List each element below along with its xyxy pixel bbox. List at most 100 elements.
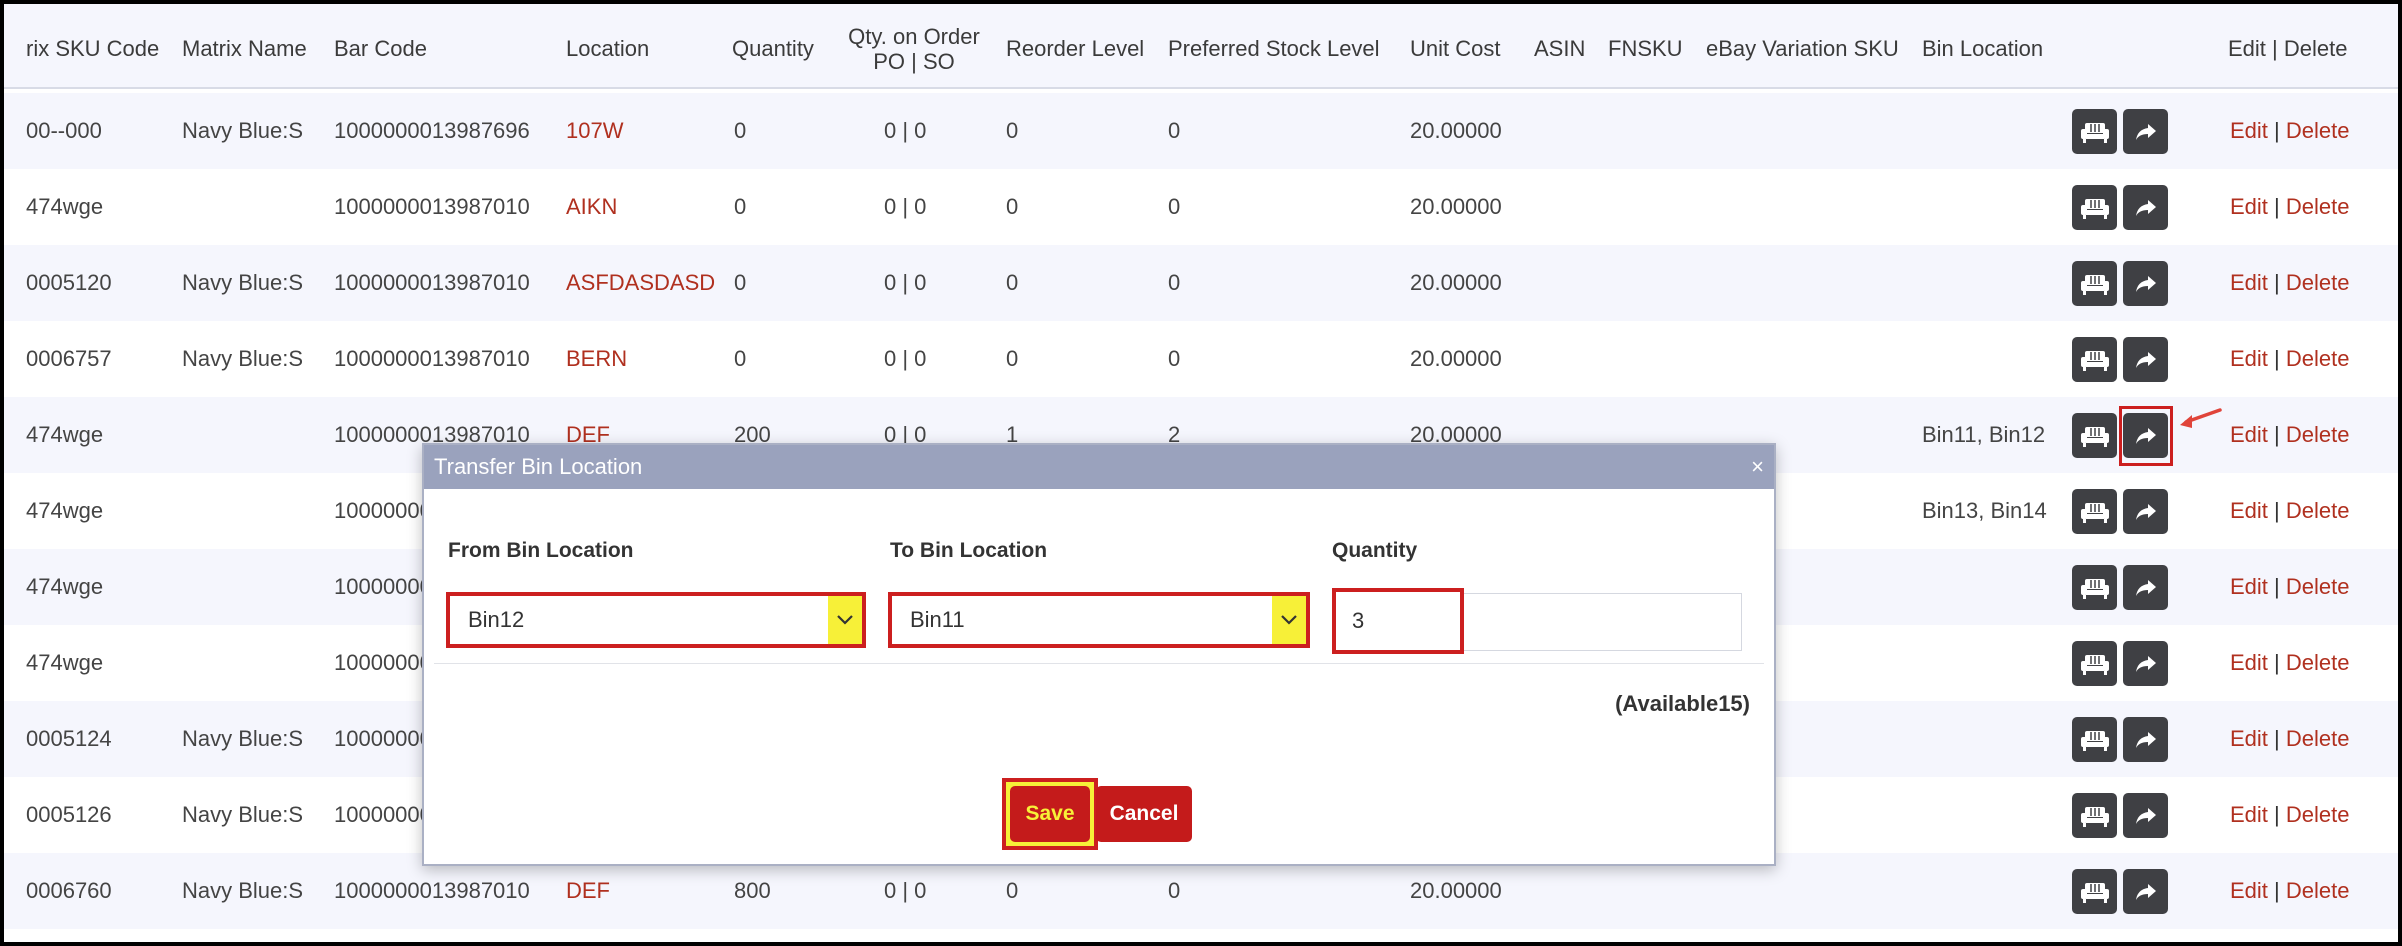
bin-location-button[interactable] — [2072, 185, 2117, 230]
cell-sku: 0006757 — [26, 346, 112, 371]
header-matrix-sku[interactable]: rix SKU Code — [26, 36, 159, 62]
header-preferred-stock[interactable]: Preferred Stock Level — [1168, 36, 1380, 62]
transfer-bin-button[interactable] — [2123, 717, 2168, 762]
edit-link[interactable]: Edit — [2230, 270, 2268, 295]
cell-location-link[interactable]: 107W — [566, 93, 623, 169]
edit-link[interactable]: Edit — [2230, 650, 2268, 675]
header-reorder-level[interactable]: Reorder Level — [1006, 36, 1144, 62]
header-qty-on-order[interactable]: Qty. on Order PO | SO — [839, 24, 989, 74]
bin-location-button[interactable] — [2072, 413, 2117, 458]
edit-delete-links: Edit | Delete — [2230, 777, 2349, 853]
close-icon[interactable]: × — [1751, 445, 1764, 489]
delete-link[interactable]: Delete — [2286, 422, 2350, 447]
chevron-down-icon[interactable] — [828, 596, 862, 644]
delete-link[interactable]: Delete — [2286, 118, 2350, 143]
bin-location-button[interactable] — [2072, 717, 2117, 762]
delete-link[interactable]: Delete — [2286, 574, 2350, 599]
bin-location-button[interactable] — [2072, 261, 2117, 306]
header-location[interactable]: Location — [566, 36, 649, 62]
header-fnsku[interactable]: FNSKU — [1608, 36, 1683, 62]
transfer-bin-button[interactable] — [2123, 337, 2168, 382]
cell-reorder-level: 0 — [1006, 346, 1019, 371]
edit-link[interactable]: Edit — [2230, 422, 2268, 447]
edit-link[interactable]: Edit — [2230, 726, 2268, 751]
edit-delete-links: Edit | Delete — [2230, 93, 2349, 169]
header-bar-code[interactable]: Bar Code — [334, 36, 427, 62]
header-quantity[interactable]: Quantity — [732, 36, 814, 62]
delete-link[interactable]: Delete — [2286, 878, 2350, 903]
transfer-bin-button[interactable] — [2123, 793, 2168, 838]
bin-location-button[interactable] — [2072, 565, 2117, 610]
cell-matrix-name: Navy Blue:S — [182, 726, 304, 751]
link-separator: | — [2274, 118, 2280, 143]
save-button[interactable]: Save — [1010, 786, 1090, 842]
transfer-bin-button[interactable] — [2123, 109, 2168, 154]
bin-location-button[interactable] — [2072, 337, 2117, 382]
link-separator: | — [2274, 346, 2280, 371]
cell-sku: 474wge — [26, 498, 104, 523]
delete-link[interactable]: Delete — [2286, 498, 2350, 523]
header-asin[interactable]: ASIN — [1534, 36, 1585, 62]
header-edit-delete: Edit | Delete — [2228, 36, 2348, 61]
cell-sku: 0005120 — [26, 270, 112, 295]
delete-link[interactable]: Delete — [2286, 194, 2350, 219]
edit-link[interactable]: Edit — [2230, 802, 2268, 827]
edit-link[interactable]: Edit — [2230, 574, 2268, 599]
transfer-bin-button[interactable] — [2123, 185, 2168, 230]
cancel-button[interactable]: Cancel — [1096, 786, 1192, 842]
delete-link[interactable]: Delete — [2286, 802, 2350, 827]
cell-matrix-name: Navy Blue:S — [182, 270, 304, 295]
share-arrow-icon — [2135, 123, 2156, 140]
edit-delete-links: Edit | Delete — [2230, 169, 2349, 245]
transfer-bin-location-dialog: Transfer Bin Location × From Bin Locatio… — [422, 443, 1776, 866]
transfer-bin-button[interactable] — [2123, 565, 2168, 610]
edit-delete-links: Edit | Delete — [2230, 473, 2349, 549]
link-separator: | — [2274, 422, 2280, 447]
cell-location-link[interactable]: BERN — [566, 321, 627, 397]
edit-link[interactable]: Edit — [2230, 878, 2268, 903]
cell-preferred-stock: 0 — [1168, 270, 1181, 295]
delete-link[interactable]: Delete — [2286, 270, 2350, 295]
header-unit-cost[interactable]: Unit Cost — [1410, 36, 1500, 62]
transfer-bin-button[interactable] — [2123, 413, 2168, 458]
cell-unit-cost: 20.00000 — [1410, 118, 1502, 143]
chevron-down-icon[interactable] — [1272, 596, 1306, 644]
transfer-bin-button[interactable] — [2123, 261, 2168, 306]
header-bin-location[interactable]: Bin Location — [1922, 36, 2043, 62]
cell-location-link[interactable]: ASFDASDASD — [566, 245, 715, 321]
edit-link[interactable]: Edit — [2230, 118, 2268, 143]
from-bin-value: Bin12 — [468, 607, 525, 632]
bin-location-button[interactable] — [2072, 869, 2117, 914]
cell-bar-code: 10000000 — [334, 650, 432, 675]
share-arrow-icon — [2135, 199, 2156, 216]
link-separator: | — [2274, 194, 2280, 219]
bin-location-button[interactable] — [2072, 793, 2117, 838]
bin-location-button[interactable] — [2072, 109, 2117, 154]
table-row: 0006757 Navy Blue:S 1000000013987010 BER… — [4, 321, 2398, 397]
share-arrow-icon — [2135, 275, 2156, 292]
transfer-bin-button[interactable] — [2123, 869, 2168, 914]
edit-link[interactable]: Edit — [2230, 346, 2268, 371]
delete-link[interactable]: Delete — [2286, 346, 2350, 371]
transfer-bin-button[interactable] — [2123, 641, 2168, 686]
edit-delete-links: Edit | Delete — [2230, 701, 2349, 777]
delete-link[interactable]: Delete — [2286, 726, 2350, 751]
cell-quantity: 0 — [734, 346, 747, 371]
cell-qty-on-order: 0 | 0 — [884, 346, 927, 371]
cell-bar-code: 1000000013987010 — [334, 270, 530, 295]
transfer-bin-button[interactable] — [2123, 489, 2168, 534]
to-bin-select[interactable]: Bin11 — [888, 592, 1310, 648]
link-separator: | — [2274, 802, 2280, 827]
header-matrix-name[interactable]: Matrix Name — [182, 36, 307, 62]
header-ebay-variation-sku[interactable]: eBay Variation SKU — [1706, 36, 1899, 62]
from-bin-select[interactable]: Bin12 — [446, 592, 866, 648]
bin-location-button[interactable] — [2072, 489, 2117, 534]
cell-qty-on-order: 0 | 0 — [884, 118, 927, 143]
pointer-arrow-icon — [2180, 408, 2222, 428]
quantity-input[interactable]: 3 — [1332, 588, 1464, 654]
edit-link[interactable]: Edit — [2230, 498, 2268, 523]
bin-location-button[interactable] — [2072, 641, 2117, 686]
edit-link[interactable]: Edit — [2230, 194, 2268, 219]
delete-link[interactable]: Delete — [2286, 650, 2350, 675]
cell-location-link[interactable]: AIKN — [566, 169, 617, 245]
